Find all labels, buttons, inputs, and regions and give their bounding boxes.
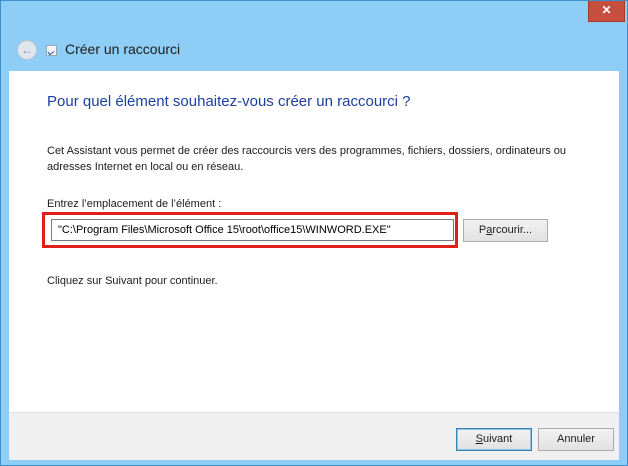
next-label: uivant: [482, 433, 513, 445]
button-bar: Suivant Annuler: [9, 412, 619, 460]
back-arrow-icon[interactable]: ←: [17, 40, 37, 60]
cancel-button[interactable]: Annuler: [538, 428, 614, 451]
wizard-title: Créer un raccourci: [65, 41, 181, 57]
page-heading: Pour quel élément souhaitez-vous créer u…: [47, 93, 411, 110]
wizard-header: ← Créer un raccourci: [9, 31, 619, 71]
next-button[interactable]: Suivant: [456, 428, 532, 451]
browse-button[interactable]: Parcourir...: [463, 219, 548, 242]
close-button[interactable]: ✕: [588, 1, 625, 22]
wizard-content: Pour quel élément souhaitez-vous créer u…: [9, 71, 619, 412]
shortcut-icon: [46, 45, 57, 56]
page-description: Cet Assistant vous permet de créer des r…: [47, 145, 567, 173]
browse-label-rest: rcourir...: [492, 224, 533, 236]
title-bar[interactable]: [1, 1, 627, 31]
dialog-window: ✕ ← Créer un raccourci Pour quel élément…: [0, 0, 628, 466]
location-input[interactable]: [51, 219, 454, 241]
continue-hint: Cliquez sur Suivant pour continuer.: [47, 275, 218, 287]
next-access: S: [475, 433, 483, 445]
location-label: Entrez l’emplacement de l’élément :: [47, 198, 222, 210]
